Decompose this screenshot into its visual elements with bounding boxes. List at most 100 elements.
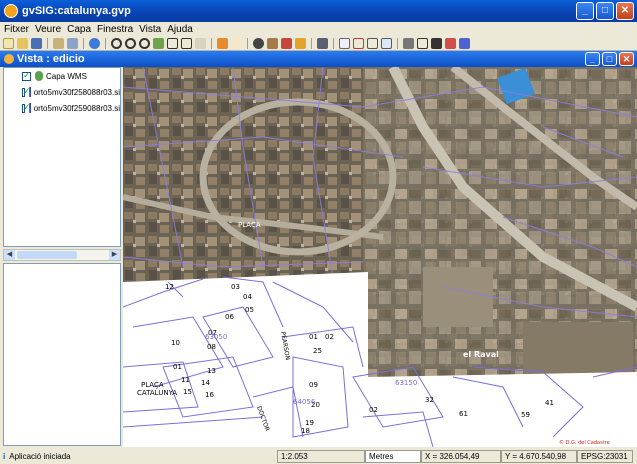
- select-rectangle-icon[interactable]: [317, 37, 328, 49]
- zoom-in-icon[interactable]: [111, 37, 122, 49]
- pan-icon[interactable]: [217, 37, 228, 49]
- cadastre-code-label: 64056: [293, 398, 316, 406]
- scroll-left-icon[interactable]: ◀: [4, 250, 15, 260]
- locator-icon[interactable]: [353, 37, 364, 49]
- new-project-icon[interactable]: [3, 37, 14, 49]
- layer-visibility-checkbox[interactable]: [22, 70, 31, 81]
- tools-icon[interactable]: [431, 37, 442, 49]
- map-label-placa-catalunya-1: PLAÇA: [141, 381, 164, 389]
- parcel-label: 18: [301, 427, 310, 435]
- hand-icon[interactable]: [231, 37, 242, 49]
- open-project-icon[interactable]: [17, 37, 28, 49]
- eraser-icon[interactable]: [195, 37, 206, 49]
- units-box[interactable]: Metres: [365, 450, 421, 463]
- parcel-label: 03: [231, 283, 240, 291]
- parcel-label: 10: [171, 339, 180, 347]
- minimize-button[interactable]: _: [576, 2, 594, 20]
- view-window-title-bar: Vista : edicio _ □ ✕: [0, 51, 637, 67]
- layer-name: Capa WMS: [46, 71, 87, 81]
- toolbar: [0, 36, 637, 51]
- parcel-label: 09: [309, 381, 318, 389]
- window-title-bar: gvSIG:catalunya.gvp _ □ ✕: [0, 0, 637, 22]
- table-icon[interactable]: [339, 37, 350, 49]
- parcel-label: 61: [459, 410, 468, 418]
- measure-distance-icon[interactable]: [267, 37, 278, 49]
- menu-capa[interactable]: Capa: [65, 24, 95, 35]
- view-icon: [4, 54, 14, 64]
- cadastre-code-label: 63150: [395, 379, 417, 387]
- scroll-thumb[interactable]: [17, 251, 77, 259]
- layer-list: Capa WMS orto5mv30f258088r03.si orto5mv3…: [3, 67, 121, 247]
- layout-icon[interactable]: [367, 37, 378, 49]
- view-maximize-button[interactable]: □: [602, 52, 617, 66]
- parcel-label: 13: [207, 367, 216, 375]
- parcel-label: 19: [305, 419, 314, 427]
- select-icon[interactable]: [295, 37, 306, 49]
- parcel-label: 15: [183, 388, 192, 396]
- scale-box[interactable]: 1:2.053: [277, 450, 365, 463]
- locator-map[interactable]: [3, 263, 121, 446]
- y-coordinate-text: Y = 4.670.540,98: [505, 452, 567, 461]
- menu-ajuda[interactable]: Ajuda: [165, 24, 197, 35]
- export-icon[interactable]: [445, 37, 456, 49]
- map-label-raval: el Raval: [463, 350, 499, 359]
- layer-visibility-checkbox[interactable]: [22, 86, 31, 97]
- parcel-label: 25: [313, 347, 322, 355]
- zoom-out-icon[interactable]: [125, 37, 136, 49]
- menu-vista[interactable]: Vista: [137, 24, 165, 35]
- parcel-label: 04: [243, 293, 252, 301]
- layer-item[interactable]: Capa WMS: [4, 68, 120, 84]
- add-layer-icon[interactable]: [89, 37, 100, 49]
- parcel-label: 59: [521, 411, 530, 419]
- y-coordinate: Y = 4.670.540,98: [501, 450, 577, 463]
- zoom-select-icon[interactable]: [181, 37, 192, 49]
- view-minimize-button[interactable]: _: [585, 52, 600, 66]
- menu-bar: Fitxer Veure Capa Finestra Vista Ajuda: [0, 22, 637, 36]
- view-close-button[interactable]: ✕: [619, 52, 634, 66]
- info-icon: i: [3, 452, 6, 461]
- menu-fitxer[interactable]: Fitxer: [2, 24, 33, 35]
- close-button[interactable]: ✕: [616, 2, 634, 20]
- parcel-label: 14: [201, 379, 210, 387]
- map-svg: PLAÇA Museu Comarcal Ciències Naturals e…: [123, 67, 637, 447]
- map-label-museu-2: Ciències Naturals: [313, 296, 357, 303]
- parcel-label: 02: [369, 406, 378, 414]
- units-value: Metres: [369, 452, 394, 461]
- layer-list-scrollbar[interactable]: ◀ ▶: [3, 249, 121, 261]
- menu-veure[interactable]: Veure: [33, 24, 65, 35]
- map-label-placa-catalunya-2: CATALUNYA: [137, 389, 177, 397]
- status-message-text: Aplicació iniciada: [9, 452, 71, 461]
- menu-finestra[interactable]: Finestra: [95, 24, 137, 35]
- properties-icon[interactable]: [53, 37, 64, 49]
- parcel-label: 11: [181, 376, 190, 384]
- scale-value: 1:2.053: [281, 452, 308, 461]
- maximize-button[interactable]: □: [596, 2, 614, 20]
- parcel-label: 06: [225, 313, 234, 321]
- parcel-label: 41: [545, 399, 554, 407]
- layer-item[interactable]: orto5mv30f259088r03.si: [4, 100, 120, 116]
- measure-area-icon[interactable]: [281, 37, 292, 49]
- parcel-label: 32: [425, 396, 434, 404]
- layer-name: orto5mv30f259088r03.si: [33, 103, 120, 113]
- map-canvas[interactable]: PLAÇA Museu Comarcal Ciències Naturals e…: [123, 67, 637, 447]
- report-icon[interactable]: [459, 37, 470, 49]
- print-icon[interactable]: [403, 37, 414, 49]
- layer-name: orto5mv30f258088r03.si: [33, 87, 120, 97]
- crs-box: EPSG:23031: [577, 450, 633, 463]
- scroll-right-icon[interactable]: ▶: [109, 250, 120, 260]
- zoom-all-icon[interactable]: [153, 37, 164, 49]
- status-message: i Aplicació iniciada: [0, 450, 277, 463]
- zoom-previous-icon[interactable]: [139, 37, 150, 49]
- layer-visibility-checkbox[interactable]: [22, 102, 31, 113]
- zoom-extent-icon[interactable]: [167, 37, 178, 49]
- view-icon[interactable]: [67, 37, 78, 49]
- info-point-icon[interactable]: [253, 37, 264, 49]
- parcel-label: 02: [325, 333, 334, 341]
- x-coordinate: X = 326.054,49: [421, 450, 501, 463]
- gvsig-app-icon: [4, 4, 18, 18]
- window-title: gvSIG:catalunya.gvp: [22, 5, 131, 17]
- find-icon[interactable]: [381, 37, 392, 49]
- layer-item[interactable]: orto5mv30f258088r03.si: [4, 84, 120, 100]
- grid-icon[interactable]: [417, 37, 428, 49]
- save-project-icon[interactable]: [31, 37, 42, 49]
